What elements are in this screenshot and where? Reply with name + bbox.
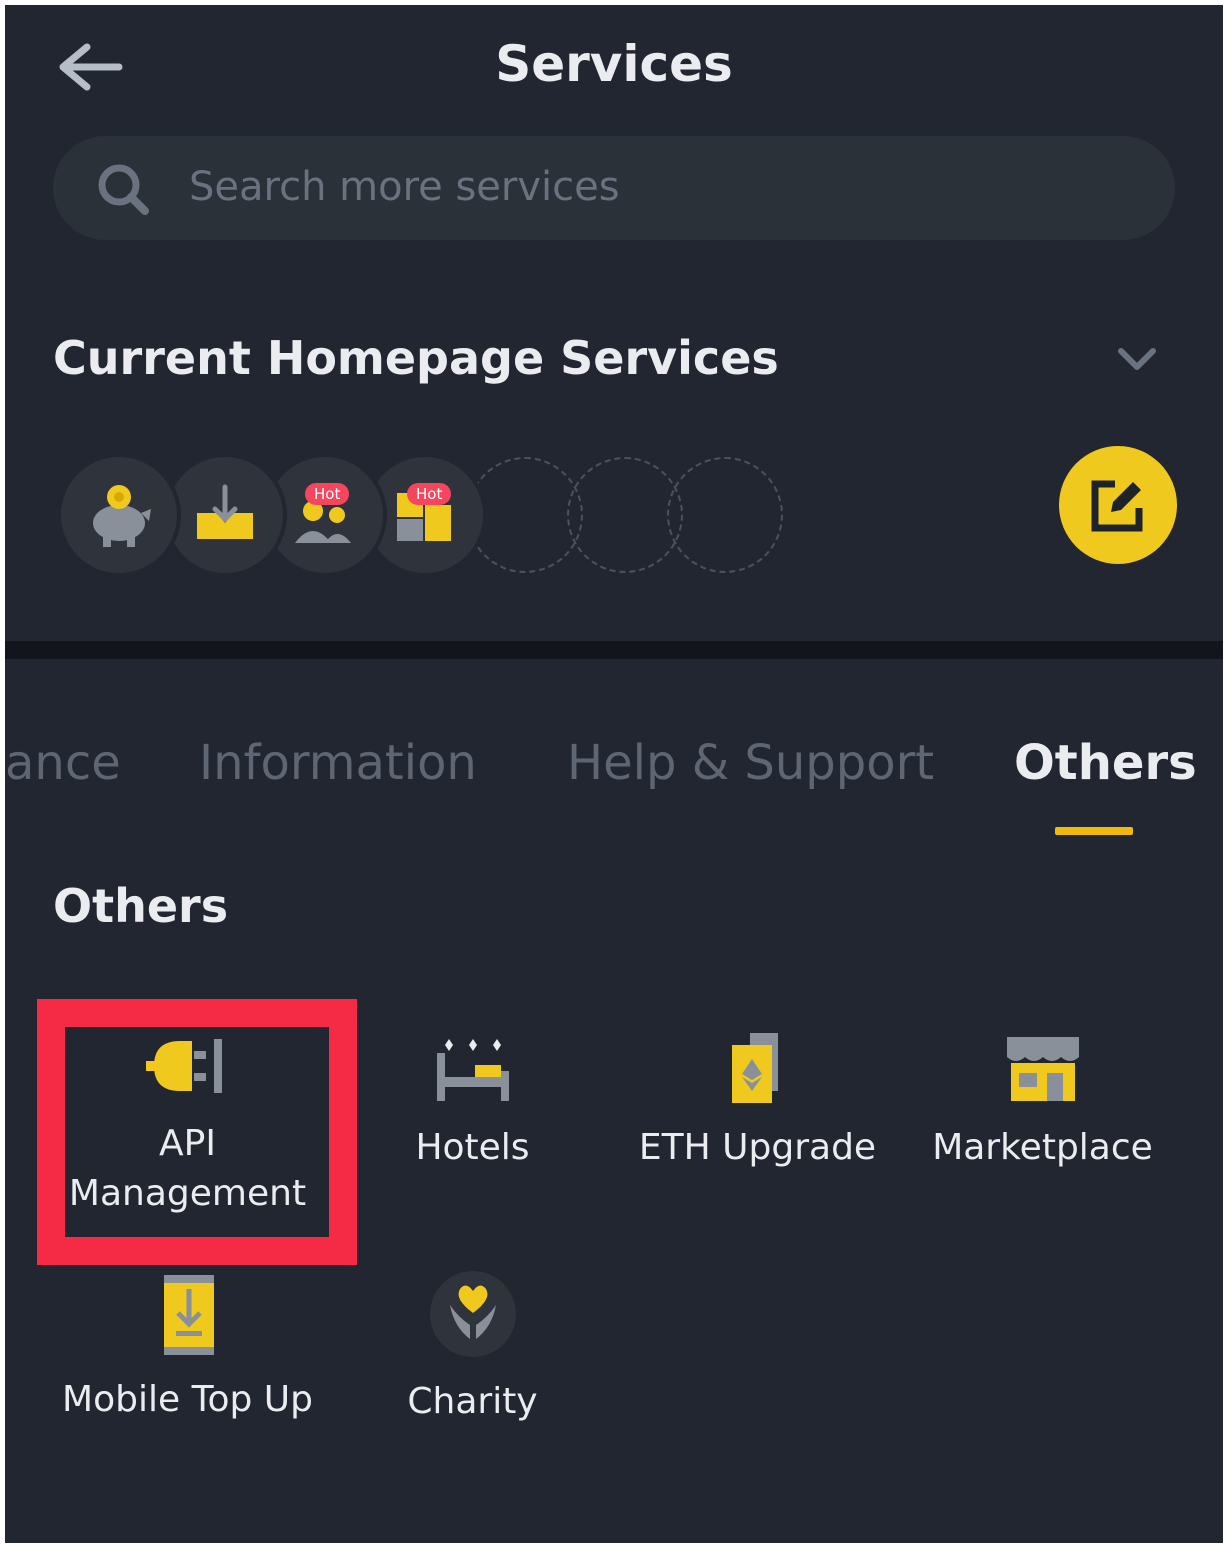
service-label: Hotels [415, 1127, 530, 1168]
tab-help-support[interactable]: Help & Support [567, 735, 934, 791]
edit-icon [1091, 480, 1143, 532]
empty-slot [667, 457, 783, 573]
active-tab-indicator [1055, 827, 1133, 835]
others-section-heading: Others [53, 879, 229, 933]
service-label: Marketplace [932, 1127, 1153, 1168]
tab-others[interactable]: Others [1014, 735, 1197, 791]
tab-information[interactable]: Information [199, 735, 477, 791]
search-icon [98, 164, 149, 215]
empty-slot [467, 457, 583, 573]
homepage-service-grid[interactable]: Hot [367, 457, 483, 573]
service-label: Charity [407, 1381, 538, 1422]
deposit-icon [197, 484, 253, 539]
hot-badge: Hot [305, 483, 350, 505]
bed-icon [436, 1039, 509, 1101]
homepage-service-savings[interactable] [61, 457, 177, 573]
homepage-service-users[interactable]: Hot [267, 457, 383, 573]
chevron-down-icon[interactable] [1115, 339, 1159, 379]
services-screen: Services Current Homepage Services Hot [5, 5, 1223, 1543]
homepage-service-deposit[interactable] [167, 457, 283, 573]
service-marketplace[interactable]: Marketplace [900, 1031, 1185, 1173]
service-label: ETH Upgrade [638, 1127, 877, 1168]
service-mobile-top-up[interactable]: Mobile Top Up [45, 1275, 330, 1425]
search-bar[interactable] [53, 136, 1175, 240]
service-charity[interactable]: Charity [330, 1271, 615, 1427]
ethereum-icon [731, 1033, 778, 1103]
service-label: Mobile Top Up [62, 1379, 313, 1420]
phone-download-icon [163, 1275, 214, 1355]
homepage-services-heading: Current Homepage Services [53, 331, 779, 385]
heart-hands-icon [429, 1271, 516, 1357]
empty-slot [567, 457, 683, 573]
hot-badge: Hot [407, 483, 452, 505]
highlight-box [37, 999, 357, 1265]
service-hotels[interactable]: Hotels [330, 1031, 615, 1173]
page-title: Services [495, 35, 733, 93]
homepage-service-slots: Hot Hot [61, 457, 801, 577]
piggy-bank-icon [93, 485, 151, 547]
category-tabs: ance Information Help & Support Others [5, 735, 1223, 845]
service-eth-upgrade[interactable]: ETH Upgrade [615, 1031, 900, 1173]
tab-finance[interactable]: ance [5, 735, 121, 791]
search-input[interactable] [189, 156, 1089, 218]
section-divider [5, 641, 1223, 659]
storefront-icon [1006, 1037, 1079, 1101]
edit-homepage-button[interactable] [1059, 446, 1177, 564]
